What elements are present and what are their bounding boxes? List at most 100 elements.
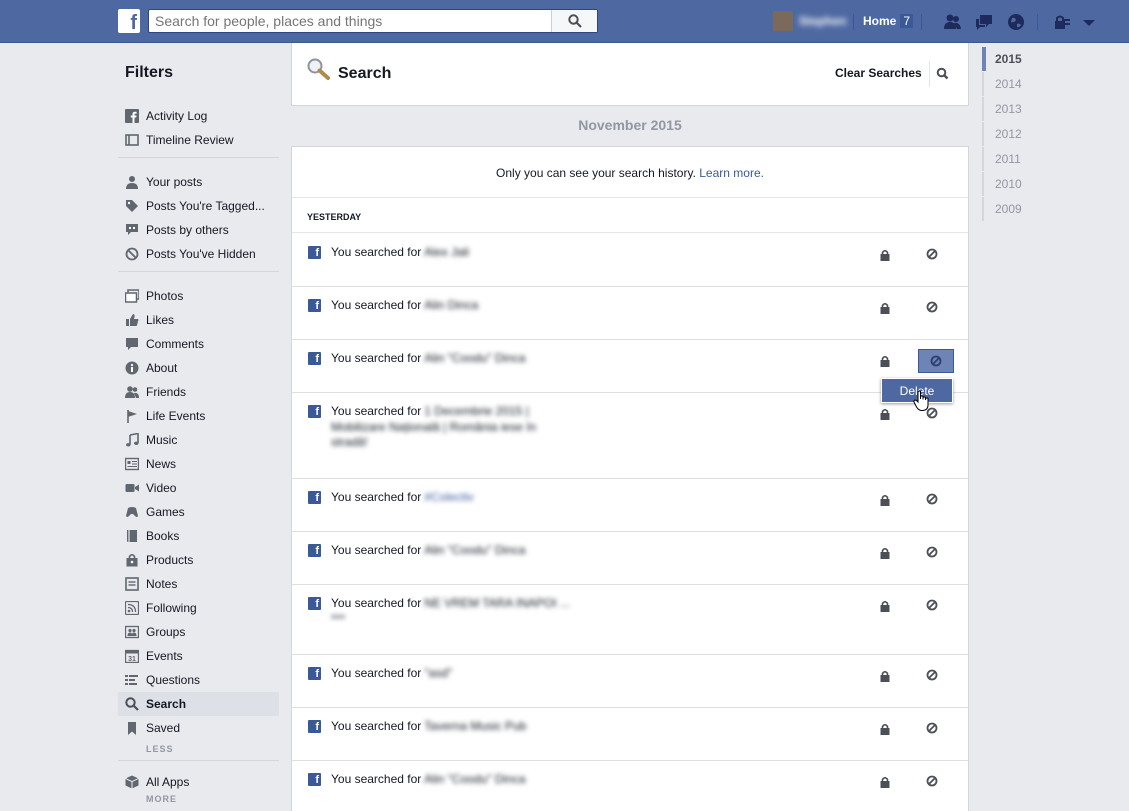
remove-entry-button[interactable] [926, 722, 940, 736]
privacy-lock-button[interactable] [880, 723, 890, 738]
sidebar-item-label: Timeline Review [146, 133, 234, 147]
messages-icon[interactable] [974, 12, 994, 32]
privacy-lock-button[interactable] [880, 408, 890, 423]
global-search-button[interactable] [551, 10, 597, 32]
facebook-logo-icon[interactable]: f [118, 9, 140, 34]
sidebar-item-icon [124, 624, 140, 640]
privacy-lock-button[interactable] [880, 776, 890, 791]
sidebar-item-timeline-review[interactable]: Timeline Review [118, 128, 279, 152]
sidebar-item-likes[interactable]: Likes [118, 308, 279, 332]
friend-requests-icon[interactable] [942, 12, 962, 32]
magnifier-icon [307, 58, 330, 80]
privacy-lock-button[interactable] [880, 494, 890, 509]
remove-entry-button[interactable] [926, 493, 940, 507]
sidebar-item-icon [124, 132, 140, 148]
history-row-query[interactable]: #Colectiv [424, 490, 473, 504]
history-row-query[interactable]: NE VREM TARA INAPOI ... [424, 596, 570, 610]
sidebar-item-groups[interactable]: Groups [118, 620, 279, 644]
sidebar-item-following[interactable]: Following [118, 596, 279, 620]
year-2009[interactable]: 2009 [982, 197, 1042, 221]
sidebar-item-label: News [146, 457, 177, 471]
learn-more-link[interactable]: Learn more. [699, 166, 764, 180]
history-row-query[interactable]: 1 Decembrie 2015 | [424, 404, 529, 418]
sidebar-item-products[interactable]: Products [118, 548, 279, 572]
sidebar-item-your-posts[interactable]: Your posts [118, 170, 279, 194]
block-icon [926, 722, 938, 734]
sidebar-item-games[interactable]: Games [118, 500, 279, 524]
year-2013[interactable]: 2013 [982, 97, 1042, 121]
sidebar-item-posts-you-re-tagged[interactable]: Posts You're Tagged... [118, 194, 279, 218]
sidebar-item-all-apps[interactable]: All Apps [118, 770, 279, 794]
sidebar-item-notes[interactable]: Notes [118, 572, 279, 596]
year-2012[interactable]: 2012 [982, 122, 1042, 146]
remove-entry-button[interactable] [926, 775, 940, 789]
remove-entry-button[interactable] [926, 248, 940, 262]
sidebar-item-posts-you-ve-hidden[interactable]: Posts You've Hidden [118, 242, 279, 266]
remove-entry-button[interactable] [926, 301, 940, 315]
sidebar-item-label: Activity Log [146, 109, 208, 123]
sidebar-item-activity-log[interactable]: Activity Log [118, 104, 279, 128]
sidebar-item-icon [124, 408, 140, 424]
account-menu-chevron-down-icon[interactable] [1079, 12, 1099, 32]
year-2011[interactable]: 2011 [982, 147, 1042, 171]
privacy-lock-button[interactable] [880, 249, 890, 264]
sidebar-item-photos[interactable]: Photos [118, 284, 279, 308]
less-link[interactable]: LESS [146, 744, 174, 754]
privacy-lock-button[interactable] [880, 547, 890, 562]
sidebar-item-news[interactable]: News [118, 452, 279, 476]
sidebar-divider [118, 760, 279, 761]
sidebar-item-about[interactable]: About [118, 356, 279, 380]
history-row: f You searched for "asd" [292, 655, 968, 708]
search-icon [125, 697, 139, 711]
privacy-lock-button[interactable] [880, 670, 890, 685]
year-2010[interactable]: 2010 [982, 172, 1042, 196]
privacy-shortcuts-icon[interactable] [1052, 12, 1072, 32]
search-icon[interactable] [936, 67, 950, 81]
history-row-prefix: You searched for [331, 351, 422, 365]
sidebar-item-music[interactable]: Music [118, 428, 279, 452]
remove-entry-button[interactable] [926, 599, 940, 613]
sidebar-item-friends[interactable]: Friends [118, 380, 279, 404]
history-row-query[interactable]: "asd" [424, 666, 452, 680]
privacy-lock-button[interactable] [880, 600, 890, 615]
history-row-query[interactable]: Alex Jali [424, 245, 469, 259]
sidebar-item-books[interactable]: Books [118, 524, 279, 548]
sidebar-item-label: Groups [146, 625, 186, 639]
sidebar-item-icon [124, 246, 140, 262]
more-link[interactable]: MORE [146, 794, 177, 804]
notifications-globe-icon[interactable] [1006, 12, 1026, 32]
privacy-lock-button[interactable] [880, 302, 890, 317]
sidebar-item-icon [124, 174, 140, 190]
clear-searches-button[interactable]: Clear Searches [835, 66, 922, 80]
history-row-query[interactable]: Alin Dinca [424, 298, 478, 312]
music-icon [126, 433, 139, 447]
book-icon [127, 530, 137, 542]
sidebar-item-label: Questions [146, 673, 201, 687]
profile-link[interactable]: Stephen [773, 11, 846, 31]
year-2015[interactable]: 2015 [982, 47, 1042, 71]
sidebar-item-comments[interactable]: Comments [118, 332, 279, 356]
sidebar-item-events[interactable]: 31 Events [118, 644, 279, 668]
sidebar-item-questions[interactable]: Questions [118, 668, 279, 692]
privacy-lock-button[interactable] [880, 355, 890, 370]
remove-entry-button[interactable] [926, 546, 940, 560]
remove-entry-button[interactable] [926, 669, 940, 683]
sidebar-item-label: Search [146, 697, 187, 711]
history-row-query[interactable]: Alin "Coodu" Dinca [424, 351, 525, 365]
sidebar-item-video[interactable]: Video [118, 476, 279, 500]
sidebar-item-saved[interactable]: Saved [118, 716, 279, 740]
history-row-text: You searched for Alin "Coodu" Dinca [331, 772, 526, 786]
global-search-input[interactable] [149, 10, 549, 32]
remove-entry-button[interactable] [918, 349, 954, 373]
sidebar-item-search[interactable]: Search [118, 692, 279, 716]
sidebar-item-life-events[interactable]: Life Events [118, 404, 279, 428]
history-row-query[interactable]: Alin "Coodu" Dinca [424, 543, 525, 557]
history-row-query[interactable]: Alin "Coodu" Dinca [424, 772, 525, 786]
year-2014[interactable]: 2014 [982, 72, 1042, 96]
lock-icon [880, 776, 890, 788]
sidebar-item-posts-by-others[interactable]: Posts by others [118, 218, 279, 242]
history-row-query[interactable]: Taverna Music Pub [424, 719, 526, 733]
hand-cursor-icon [913, 390, 929, 411]
home-link[interactable]: Home 7 [863, 14, 914, 28]
calendar-icon: 31 [125, 649, 139, 663]
